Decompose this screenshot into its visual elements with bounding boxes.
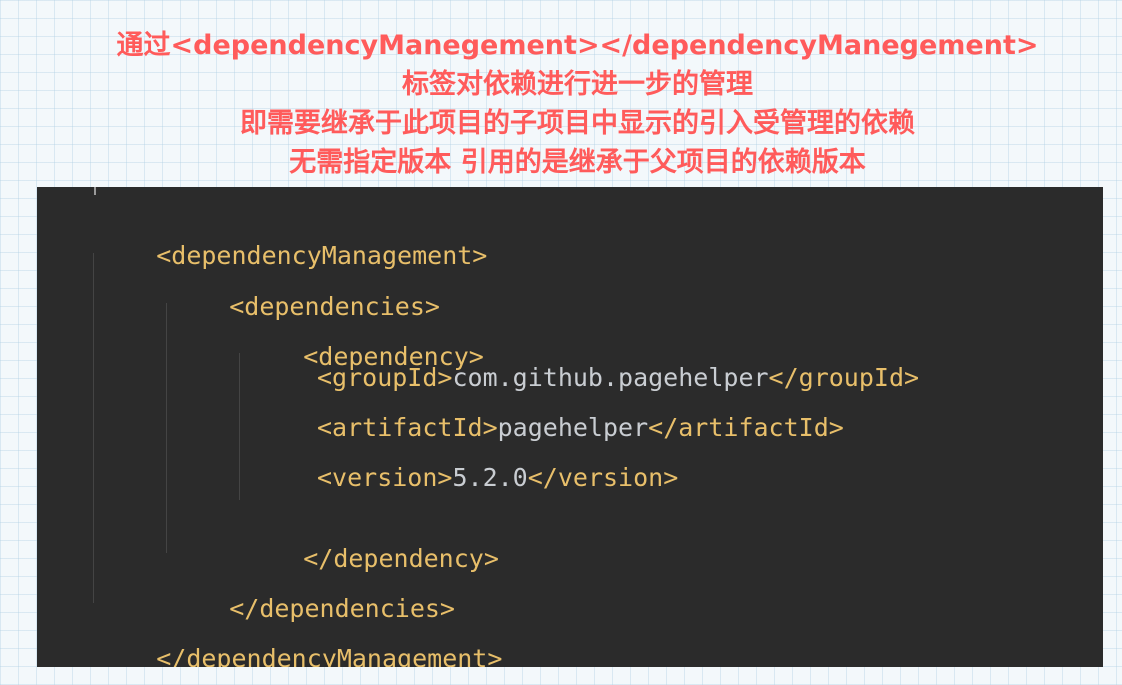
indent-guide: [166, 303, 167, 553]
annotation-line-4: 无需指定版本 引用的是继承于父项目的依赖版本: [289, 147, 866, 178]
annotation-line-1: 通过<dependencyManegement></dependencyMane…: [116, 30, 1039, 61]
code-line-group-id[interactable]: <groupId>com.github.pagehelper</groupId>: [317, 363, 919, 393]
annotation-line-2: 标签对依赖进行进一步的管理: [402, 69, 753, 100]
code-line-artifact-id[interactable]: <artifactId>pagehelper</artifactId>: [317, 413, 844, 443]
group-id-value: com.github.pagehelper: [452, 363, 769, 392]
indent-guide: [93, 253, 94, 603]
code-line-version[interactable]: <version>5.2.0</version>: [317, 463, 678, 493]
xml-tag: </dependencyManagement>: [156, 644, 503, 667]
version-value: 5.2.0: [452, 463, 528, 492]
annotation-line-3: 即需要继承于此项目的子项目中显示的引入受管理的依赖: [240, 108, 915, 139]
artifact-id-value: pagehelper: [497, 413, 649, 442]
xml-tag: <version>: [317, 463, 453, 492]
xml-tag: <artifactId>: [317, 413, 498, 442]
annotation-text: 通过<dependencyManegement></dependencyMane…: [0, 26, 1122, 182]
text-cursor: [94, 187, 96, 195]
xml-tag: </version>: [527, 463, 679, 492]
xml-tag: </artifactId>: [648, 413, 844, 442]
code-editor[interactable]: <dependencyManagement> <dependencies> <d…: [37, 187, 1103, 667]
xml-tag: <groupId>: [317, 363, 453, 392]
xml-tag: </groupId>: [768, 363, 920, 392]
indent-guide: [239, 353, 240, 500]
code-line-management-close[interactable]: </dependencyManagement>: [96, 614, 502, 667]
